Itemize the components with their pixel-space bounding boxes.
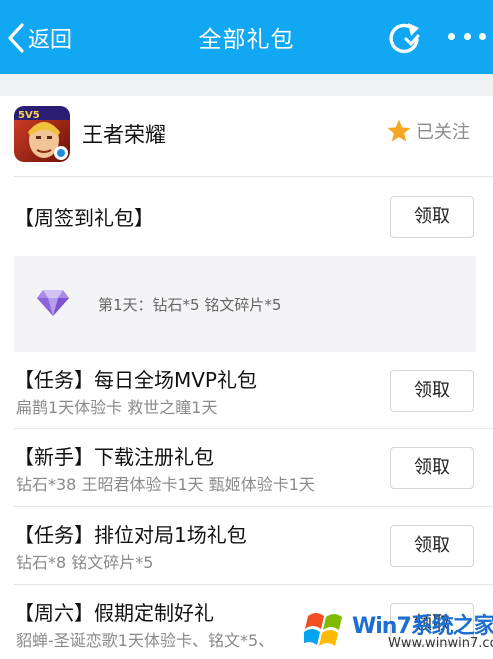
follow-button[interactable]: 已关注 bbox=[386, 118, 470, 144]
claim-button[interactable]: 领取 bbox=[390, 370, 474, 412]
game-icon[interactable]: 5V5 bbox=[14, 106, 70, 162]
top-nav-bar: 返回 全部礼包 bbox=[0, 0, 493, 74]
gift-title: 【周六】假期定制好礼 bbox=[14, 601, 214, 625]
dot-icon bbox=[463, 33, 471, 40]
follow-label: 已关注 bbox=[416, 122, 470, 143]
daily-reward-panel: 第1天：钻石*5 铭文碎片*5 bbox=[14, 256, 476, 352]
page: 返回 全部礼包 5V5 王者荣耀 已关注 【周签到礼包】 领取 第1天：钻石*5… bbox=[0, 0, 493, 659]
refresh-icon[interactable] bbox=[384, 18, 424, 58]
dot-icon bbox=[479, 33, 486, 40]
divider bbox=[14, 584, 493, 585]
game-name: 王者荣耀 bbox=[82, 123, 166, 147]
gift-contents: 钻石*8 铭文碎片*5 bbox=[16, 553, 154, 572]
daily-reward-text: 第1天：钻石*5 铭文碎片*5 bbox=[98, 296, 282, 314]
gift-title: 【任务】每日全场MVP礼包 bbox=[14, 368, 257, 392]
claim-button[interactable]: 领取 bbox=[390, 196, 474, 238]
section-divider bbox=[0, 74, 493, 96]
divider bbox=[14, 506, 493, 507]
claim-button[interactable]: 领取 bbox=[390, 525, 474, 567]
gift-title: 【任务】排位对局1场礼包 bbox=[14, 523, 247, 547]
diamond-icon bbox=[37, 290, 69, 316]
watermark-url: Www.winwin7.com bbox=[388, 636, 493, 651]
divider bbox=[14, 176, 493, 177]
more-options-button[interactable] bbox=[448, 33, 486, 43]
gift-title: 【新手】下载注册礼包 bbox=[14, 445, 214, 469]
gift-contents: 钻石*38 王昭君体验卡1天 甄姬体验卡1天 bbox=[16, 475, 315, 494]
gift-title: 【周签到礼包】 bbox=[14, 206, 154, 230]
gift-contents: 扁鹊1天体验卡 救世之瞳1天 bbox=[16, 398, 218, 417]
watermark: Win7系统之家 Www.winwin7.com bbox=[296, 600, 493, 659]
divider bbox=[14, 428, 493, 429]
star-icon bbox=[387, 119, 411, 142]
windows-logo-icon bbox=[304, 613, 342, 646]
gift-contents: 貂蝉-圣诞恋歌1天体验卡、铭文*5、 bbox=[16, 631, 275, 650]
svg-text:5V5: 5V5 bbox=[18, 110, 40, 121]
game-header: 5V5 王者荣耀 已关注 bbox=[0, 96, 493, 176]
claim-button[interactable]: 领取 bbox=[390, 447, 474, 489]
dot-icon bbox=[448, 33, 455, 40]
